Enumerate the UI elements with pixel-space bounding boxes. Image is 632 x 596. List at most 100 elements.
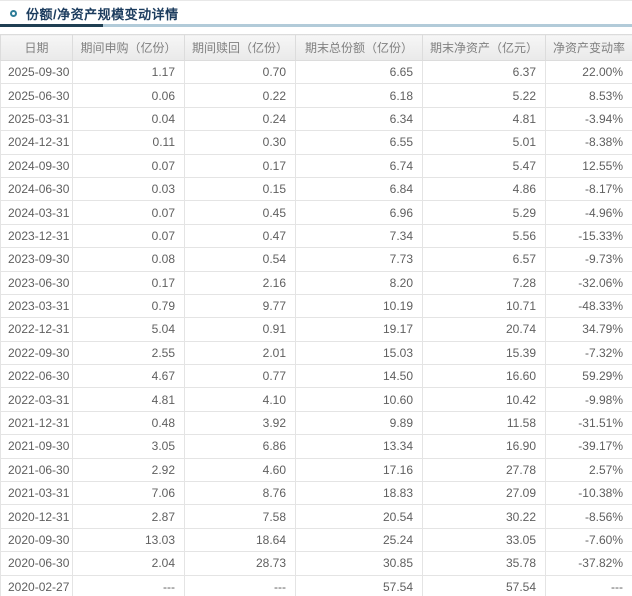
total-shares-cell: 19.17 xyxy=(295,317,423,342)
total-shares-cell: 17.16 xyxy=(295,457,423,483)
date-cell: 2023-03-31 xyxy=(0,293,73,319)
total-shares-cell: 6.65 xyxy=(295,59,423,85)
redemption-cell: 3.92 xyxy=(184,410,296,436)
total-shares-cell: 25.24 xyxy=(295,527,423,553)
total-shares-cell: 6.74 xyxy=(295,153,423,178)
date-cell: 2023-09-30 xyxy=(0,247,73,272)
table-row: 2023-06-30 0.17 2.16 8.20 7.28 -32.06% xyxy=(0,270,632,295)
column-header-redemption: 期间赎回（亿份） xyxy=(184,34,296,61)
table-row: 2024-03-31 0.07 0.45 6.96 5.29 -4.96% xyxy=(0,200,632,225)
net-assets-cell: 4.81 xyxy=(422,106,546,132)
purchase-cell: 0.07 xyxy=(72,223,185,249)
net-assets-cell: 27.78 xyxy=(422,457,546,483)
table-row: 2022-09-30 2.55 2.01 15.03 15.39 -7.32% xyxy=(0,340,632,366)
total-shares-cell: 6.34 xyxy=(295,106,423,132)
net-assets-cell: 16.60 xyxy=(422,364,546,389)
net-assets-cell: 5.01 xyxy=(422,130,546,155)
change-rate-cell: 59.29% xyxy=(545,364,632,389)
underline-accent-segment xyxy=(0,24,103,27)
net-assets-cell: 33.05 xyxy=(422,527,546,553)
column-header-change-rate: 净资产变动率 xyxy=(545,34,632,61)
change-rate-cell: 34.79% xyxy=(545,317,632,342)
change-rate-cell: 12.55% xyxy=(545,153,632,178)
redemption-cell: 6.86 xyxy=(184,434,296,459)
total-shares-cell: 7.73 xyxy=(295,247,423,272)
scale-change-table: 日期 期间申购（亿份） 期间赎回（亿份） 期末总份额（亿份） 期末净资产（亿元） 净资产变… xyxy=(0,34,632,596)
date-cell: 2024-09-30 xyxy=(0,153,73,178)
date-cell: 2020-12-31 xyxy=(0,504,73,529)
date-cell: 2025-09-30 xyxy=(0,59,73,85)
total-shares-cell: 8.20 xyxy=(295,270,423,295)
change-rate-cell: 8.53% xyxy=(545,83,632,108)
net-assets-cell: 30.22 xyxy=(422,504,546,529)
redemption-cell: 0.54 xyxy=(184,247,296,272)
purchase-cell: 4.81 xyxy=(72,387,185,412)
change-rate-cell: -9.73% xyxy=(545,247,632,272)
net-assets-cell: 27.09 xyxy=(422,481,546,506)
redemption-cell: 9.77 xyxy=(184,293,296,319)
redemption-cell: 0.91 xyxy=(184,317,296,342)
net-assets-cell: 6.37 xyxy=(422,59,546,85)
table-row: 2022-12-31 5.04 0.91 19.17 20.74 34.79% xyxy=(0,317,632,342)
table-row: 2022-06-30 4.67 0.77 14.50 16.60 59.29% xyxy=(0,364,632,389)
purchase-cell: 0.06 xyxy=(72,83,185,108)
net-assets-cell: 5.29 xyxy=(422,200,546,225)
table-row: 2020-12-31 2.87 7.58 20.54 30.22 -8.56% xyxy=(0,504,632,529)
purchase-cell: 2.92 xyxy=(72,457,185,483)
circle-ring-icon xyxy=(10,10,17,17)
change-rate-cell: 22.00% xyxy=(545,59,632,85)
redemption-cell: 28.73 xyxy=(184,551,296,576)
redemption-cell: 0.30 xyxy=(184,130,296,155)
table-row: 2020-09-30 13.03 18.64 25.24 33.05 -7.60% xyxy=(0,527,632,553)
purchase-cell: 2.04 xyxy=(72,551,185,576)
date-cell: 2020-06-30 xyxy=(0,551,73,576)
date-cell: 2023-12-31 xyxy=(0,223,73,249)
redemption-cell: 0.22 xyxy=(184,83,296,108)
section-title: 份额/净资产规模变动详情 xyxy=(26,7,179,22)
column-header-net-assets: 期末净资产（亿元） xyxy=(422,34,546,61)
net-assets-cell: 4.86 xyxy=(422,176,546,202)
table-header-row: 日期 期间申购（亿份） 期间赎回（亿份） 期末总份额（亿份） 期末净资产（亿元） 净资产变… xyxy=(0,34,632,61)
net-assets-cell: 20.74 xyxy=(422,317,546,342)
net-assets-cell: 11.58 xyxy=(422,410,546,436)
table-row: 2023-03-31 0.79 9.77 10.19 10.71 -48.33% xyxy=(0,293,632,319)
date-cell: 2021-06-30 xyxy=(0,457,73,483)
date-cell: 2022-12-31 xyxy=(0,317,73,342)
redemption-cell: 0.24 xyxy=(184,106,296,132)
fund-scale-detail-panel: 份额/净资产规模变动详情 日期 期间申购（亿份） 期间赎回（亿份） 期末总份额（亿份）… xyxy=(0,0,632,596)
redemption-cell: 0.45 xyxy=(184,200,296,225)
change-rate-cell: -32.06% xyxy=(545,270,632,295)
net-assets-cell: 10.71 xyxy=(422,293,546,319)
table-row: 2020-02-27 --- --- 57.54 57.54 --- xyxy=(0,574,632,596)
total-shares-cell: 15.03 xyxy=(295,340,423,366)
redemption-cell: 0.70 xyxy=(184,59,296,85)
redemption-cell: 4.10 xyxy=(184,387,296,412)
purchase-cell: 7.06 xyxy=(72,481,185,506)
redemption-cell: 18.64 xyxy=(184,527,296,553)
change-rate-cell: -39.17% xyxy=(545,434,632,459)
column-header-date: 日期 xyxy=(0,34,73,61)
net-assets-cell: 16.90 xyxy=(422,434,546,459)
purchase-cell: 0.11 xyxy=(72,130,185,155)
table-row: 2024-09-30 0.07 0.17 6.74 5.47 12.55% xyxy=(0,153,632,178)
change-rate-cell: -4.96% xyxy=(545,200,632,225)
change-rate-cell: -8.38% xyxy=(545,130,632,155)
total-shares-cell: 6.84 xyxy=(295,176,423,202)
net-assets-cell: 15.39 xyxy=(422,340,546,366)
purchase-cell: 0.08 xyxy=(72,247,185,272)
change-rate-cell: -8.17% xyxy=(545,176,632,202)
redemption-cell: 0.17 xyxy=(184,153,296,178)
table-row: 2025-09-30 1.17 0.70 6.65 6.37 22.00% xyxy=(0,59,632,85)
total-shares-cell: 30.85 xyxy=(295,551,423,576)
total-shares-cell: 9.89 xyxy=(295,410,423,436)
purchase-cell: 0.79 xyxy=(72,293,185,319)
table-row: 2025-03-31 0.04 0.24 6.34 4.81 -3.94% xyxy=(0,106,632,132)
net-assets-cell: 5.22 xyxy=(422,83,546,108)
purchase-cell: 0.48 xyxy=(72,410,185,436)
table-row: 2021-06-30 2.92 4.60 17.16 27.78 2.57% xyxy=(0,457,632,483)
table-row: 2024-06-30 0.03 0.15 6.84 4.86 -8.17% xyxy=(0,176,632,202)
purchase-cell: --- xyxy=(72,574,185,596)
table-row: 2021-03-31 7.06 8.76 18.83 27.09 -10.38% xyxy=(0,481,632,506)
date-cell: 2020-09-30 xyxy=(0,527,73,553)
purchase-cell: 2.55 xyxy=(72,340,185,366)
